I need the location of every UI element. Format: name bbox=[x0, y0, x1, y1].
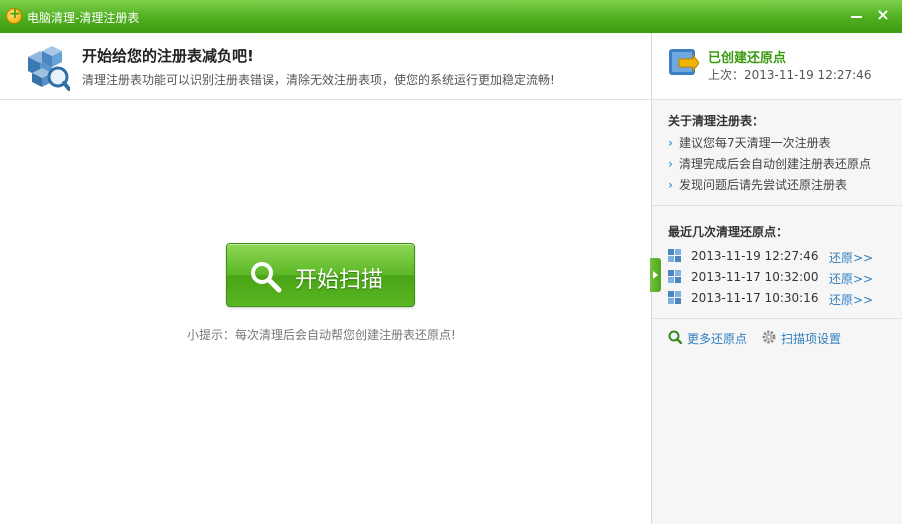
search-restore-icon bbox=[668, 330, 682, 344]
close-button[interactable]: × bbox=[871, 4, 895, 26]
restore-point-row: 2013-11-19 12:27:46 还原>> bbox=[668, 248, 898, 266]
title-bar: 电脑清理-清理注册表 × bbox=[0, 0, 902, 33]
scan-tip: 小提示：每次清理后会自动帮您创建注册表还原点! bbox=[187, 328, 456, 342]
restore-point-icon bbox=[669, 49, 699, 75]
about-item: › 清理完成后会自动创建注册表还原点 bbox=[668, 157, 871, 171]
restore-point-row: 2013-11-17 10:30:16 还原>> bbox=[668, 290, 898, 308]
header-title: 开始给您的注册表减负吧! bbox=[82, 47, 254, 65]
restore-status-panel: 已创建还原点 上次：2013-11-19 12:27:46 bbox=[652, 33, 902, 100]
header-subtitle: 清理注册表功能可以识别注册表错误，清除无效注册表项，使您的系统运行更加稳定流畅! bbox=[82, 73, 555, 87]
start-scan-label: 开始扫描 bbox=[295, 268, 384, 293]
registry-cubes-icon bbox=[28, 46, 70, 91]
minimize-button[interactable] bbox=[845, 4, 869, 26]
chevron-right-icon: › bbox=[668, 178, 673, 192]
restore-point-time: 2013-11-19 12:27:46 bbox=[691, 249, 819, 263]
restore-link[interactable]: 还原>> bbox=[829, 291, 873, 308]
gear-icon bbox=[762, 330, 776, 344]
restore-point-row: 2013-11-17 10:32:00 还原>> bbox=[668, 269, 898, 287]
about-title: 关于清理注册表： bbox=[668, 114, 765, 128]
about-section: 关于清理注册表： › 建议您每7天清理一次注册表 › 清理完成后会自动创建注册表还原… bbox=[652, 100, 902, 206]
registry-grid-icon bbox=[668, 249, 681, 262]
about-item: › 发现问题后请先尝试还原注册表 bbox=[668, 178, 847, 192]
magnifier-icon bbox=[251, 262, 282, 293]
scan-settings-link[interactable]: 扫描项设置 bbox=[762, 330, 846, 346]
minimize-icon bbox=[851, 16, 862, 18]
restore-status-title: 已创建还原点 bbox=[708, 51, 787, 66]
restore-point-time: 2013-11-17 10:30:16 bbox=[691, 291, 819, 305]
registry-grid-icon bbox=[668, 291, 681, 304]
restore-last-time: 上次：2013-11-19 12:27:46 bbox=[708, 68, 872, 82]
sidebar-toggle-button[interactable] bbox=[650, 258, 661, 292]
recent-title: 最近几次清理还原点： bbox=[668, 225, 789, 239]
restore-link[interactable]: 还原>> bbox=[829, 270, 873, 287]
restore-point-time: 2013-11-17 10:32:00 bbox=[691, 270, 819, 284]
app-logo-icon bbox=[6, 6, 22, 24]
registry-grid-icon bbox=[668, 270, 681, 283]
sidebar: 已创建还原点 上次：2013-11-19 12:27:46 关于清理注册表： ›… bbox=[652, 33, 902, 524]
sidebar-links: 更多还原点 扫描项设置 bbox=[652, 319, 902, 355]
recent-restore-points: 最近几次清理还原点： 2013-11-19 12:27:46 还原>> 2013… bbox=[652, 206, 902, 319]
chevron-right-icon: › bbox=[668, 136, 673, 150]
start-scan-button[interactable]: 开始扫描 bbox=[226, 243, 415, 307]
chevron-right-icon: › bbox=[668, 157, 673, 171]
about-item: › 建议您每7天清理一次注册表 bbox=[668, 136, 831, 150]
more-restore-points-link[interactable]: 更多还原点 bbox=[668, 330, 752, 346]
restore-link[interactable]: 还原>> bbox=[829, 249, 873, 266]
window-title: 电脑清理-清理注册表 bbox=[27, 11, 140, 25]
header-panel: 开始给您的注册表减负吧! 清理注册表功能可以识别注册表错误，清除无效注册表项，使… bbox=[0, 33, 652, 100]
